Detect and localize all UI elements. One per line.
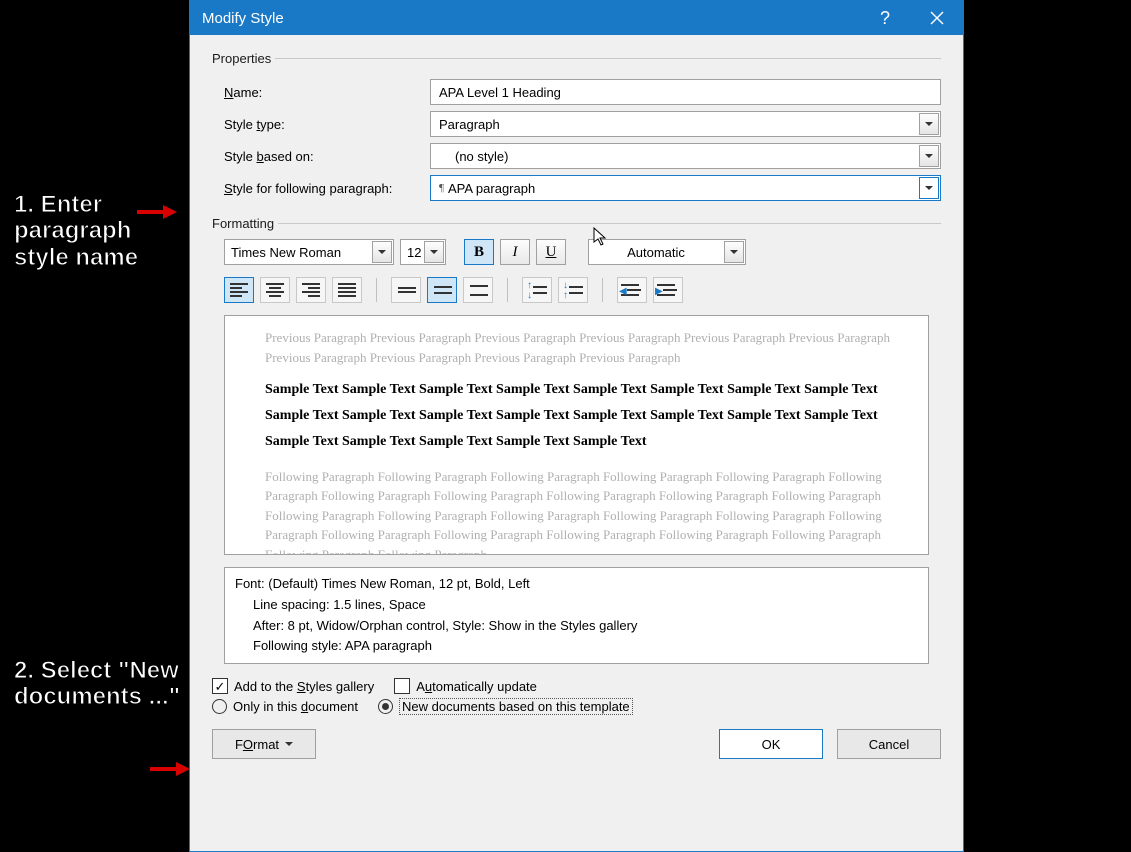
align-right-button[interactable] xyxy=(296,277,326,303)
separator xyxy=(507,278,508,302)
preview-previous: Previous Paragraph Previous Paragraph Pr… xyxy=(265,328,916,367)
font-color-dropdown[interactable]: Automatic xyxy=(588,239,746,265)
underline-button[interactable]: U xyxy=(536,239,566,265)
style-based-label: Style based on: xyxy=(212,149,430,164)
separator xyxy=(376,278,377,302)
cancel-button[interactable]: Cancel xyxy=(837,729,941,759)
spacing-15-button[interactable] xyxy=(427,277,457,303)
properties-section: Properties Name: Style type: Paragraph S… xyxy=(212,51,941,206)
modify-style-dialog: Modify Style ? Properties Name: Style ty… xyxy=(189,0,964,852)
chevron-down-icon xyxy=(372,241,392,263)
chevron-down-icon xyxy=(285,742,293,746)
font-size-dropdown[interactable]: 12 xyxy=(400,239,446,265)
chevron-down-icon xyxy=(919,113,939,135)
style-following-dropdown[interactable]: ¶ APA paragraph xyxy=(430,175,941,201)
chevron-down-icon xyxy=(724,241,744,263)
spacing-single-button[interactable] xyxy=(391,277,421,303)
style-description: Font: (Default) Times New Roman, 12 pt, … xyxy=(224,567,929,664)
style-based-dropdown[interactable]: (no style) xyxy=(430,143,941,169)
close-button[interactable] xyxy=(911,1,963,35)
add-to-gallery-label: Add to the Styles gallery xyxy=(234,679,374,694)
chevron-down-icon xyxy=(424,241,444,263)
only-in-document-label: Only in this document xyxy=(233,699,358,714)
ok-button[interactable]: OK xyxy=(719,729,823,759)
space-after-icon: ↓↑ xyxy=(563,282,583,298)
new-documents-label: New documents based on this template xyxy=(399,698,633,715)
align-justify-icon xyxy=(338,283,356,297)
new-documents-radio[interactable] xyxy=(378,699,393,714)
spacing-15-icon xyxy=(433,284,451,296)
name-label: Name: xyxy=(212,85,430,100)
annotation-step-1: 1. Enter paragraph style name xyxy=(14,192,184,271)
desc-line-4: Following style: APA paragraph xyxy=(235,636,918,657)
format-button[interactable]: FOrmat xyxy=(212,729,316,759)
spacing-double-button[interactable] xyxy=(463,277,493,303)
pilcrow-icon: ¶ xyxy=(439,182,444,194)
increase-indent-button[interactable]: ▶ xyxy=(653,277,683,303)
align-center-button[interactable] xyxy=(260,277,290,303)
formatting-legend: Formatting xyxy=(212,216,278,231)
chevron-down-icon xyxy=(919,145,939,167)
spacing-double-icon xyxy=(469,283,487,297)
align-right-icon xyxy=(302,283,320,297)
italic-button[interactable]: I xyxy=(500,239,530,265)
space-after-button[interactable]: ↓↑ xyxy=(558,277,588,303)
decrease-indent-button[interactable]: ◀ xyxy=(617,277,647,303)
font-family-dropdown[interactable]: Times New Roman xyxy=(224,239,394,265)
annotation-step-2: 2. Select "New documents ..." xyxy=(14,658,184,711)
desc-line-1: Font: (Default) Times New Roman, 12 pt, … xyxy=(235,574,918,595)
dialog-title: Modify Style xyxy=(202,10,859,27)
separator xyxy=(602,278,603,302)
style-type-dropdown[interactable]: Paragraph xyxy=(430,111,941,137)
name-input[interactable] xyxy=(430,79,941,105)
spacing-single-icon xyxy=(397,285,415,295)
auto-update-label: Automatically update xyxy=(416,679,537,694)
annotation-arrow-2 xyxy=(150,762,192,776)
space-before-icon: ↑↓ xyxy=(527,282,547,298)
only-in-document-radio[interactable] xyxy=(212,699,227,714)
auto-update-checkbox[interactable] xyxy=(394,678,410,694)
align-justify-button[interactable] xyxy=(332,277,362,303)
titlebar[interactable]: Modify Style ? xyxy=(190,1,963,35)
help-button[interactable]: ? xyxy=(859,1,911,35)
chevron-down-icon xyxy=(919,177,939,199)
style-type-label: Style type: xyxy=(212,117,430,132)
preview-box: Previous Paragraph Previous Paragraph Pr… xyxy=(224,315,929,555)
decrease-indent-icon: ◀ xyxy=(621,282,643,298)
annotation-arrow-1 xyxy=(137,205,179,219)
bold-button[interactable]: B xyxy=(464,239,494,265)
align-left-button[interactable] xyxy=(224,277,254,303)
desc-line-2: Line spacing: 1.5 lines, Space xyxy=(235,595,918,616)
close-icon xyxy=(930,11,944,25)
add-to-gallery-checkbox[interactable]: ✓ xyxy=(212,678,228,694)
style-following-label: Style for following paragraph: xyxy=(212,181,430,196)
space-before-button[interactable]: ↑↓ xyxy=(522,277,552,303)
formatting-section: Formatting Times New Roman 12 B I U Auto… xyxy=(212,216,941,664)
properties-legend: Properties xyxy=(212,51,275,66)
preview-following: Following Paragraph Following Paragraph … xyxy=(265,467,916,555)
align-left-icon xyxy=(230,283,248,297)
increase-indent-icon: ▶ xyxy=(657,282,679,298)
align-center-icon xyxy=(266,283,284,297)
desc-line-3: After: 8 pt, Widow/Orphan control, Style… xyxy=(235,616,918,637)
preview-sample: Sample Text Sample Text Sample Text Samp… xyxy=(265,377,916,455)
